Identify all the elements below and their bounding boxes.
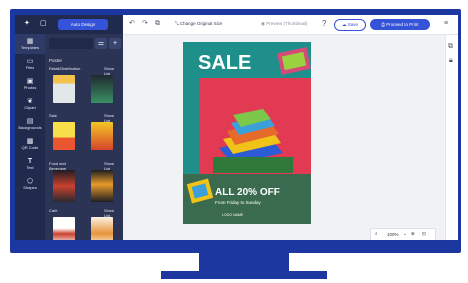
top-left-dark-area: ✦ ▢ Auto Design [15,15,123,34]
image-icon: ▣ [26,78,34,85]
grid-icon: ▦ [26,38,34,45]
proceed-label: Proceed to Print [386,22,419,27]
auto-design-label: Auto Design [70,22,96,27]
clipart-icon: ❦ [27,98,33,105]
undo-icon[interactable]: ↶ [129,19,135,29]
template-thumbnail[interactable] [91,122,113,150]
proceed-to-print-button[interactable]: ⎙ Proceed to Print [370,19,430,30]
rail-item-files[interactable]: ▭ Files [15,54,45,74]
right-rail: ⧉ 🔒︎ [445,35,458,240]
template-thumbnail[interactable] [53,75,75,103]
preview-option[interactable]: ◉ Preview (Thumbnail) [261,21,307,27]
section-name: Sale [49,113,58,118]
menu-icon[interactable]: ≡ [444,19,448,29]
rail-label: Photos [23,85,37,90]
rail-item-clipart[interactable]: ❦ Clipart [15,94,45,114]
template-thumbnail[interactable] [53,217,75,240]
auto-design-button[interactable]: Auto Design [58,19,108,30]
rail-label: Templates [20,45,40,50]
rail-item-qr-code[interactable]: ▩ QR Code [15,134,45,154]
zoom-control[interactable]: ⌕ 100% ⌄ ⊕ ⊡ [370,228,436,240]
zoom-search-icon[interactable]: ⌕ [375,231,378,236]
lock-icon[interactable]: 🔒︎ [449,57,453,65]
rail-label: QR Code [21,145,39,150]
resize-option[interactable]: ⤡ Change Original Size [175,21,222,26]
section-name: Cafe [49,208,58,213]
templates-panel: ⚌ + Poster Retail/Distribution Show List… [45,34,123,240]
zoom-value[interactable]: 100% [387,232,399,237]
chevron-down-icon[interactable]: ⌄ [403,231,407,237]
rail-item-text[interactable]: T Text [15,154,45,174]
design-canvas[interactable]: SALE ALL 20% OFF From Friday to Sunday L… [123,35,445,240]
help-icon[interactable]: ? [322,19,326,29]
template-thumbnail[interactable] [91,170,113,202]
left-rail: ▦ Templates ▭ Files ▣ Photos ❦ Clipart ▤… [15,34,45,240]
folder-icon: ▭ [26,58,34,65]
rail-label: Text [26,165,34,170]
rail-label: Clipart [24,105,36,110]
change-size-label: Change Original Size [179,21,223,26]
copy-icon[interactable]: ⧉ [155,19,160,29]
save-label: Save [347,22,359,27]
poster-brand[interactable]: LOGO NAME [222,213,244,217]
rail-item-shapes[interactable]: ⬠ Shapes [15,174,45,194]
template-thumbnail[interactable] [53,122,75,150]
monitor-stand-neck [199,253,289,271]
rail-item-photos[interactable]: ▣ Photos [15,74,45,94]
app-screen: ✦ ▢ Auto Design ↶ ↷ ⧉ ⤡ Change Original … [15,15,458,240]
layers-icon[interactable]: ⧉ [448,43,453,51]
rail-label: Files [25,65,35,70]
rail-label: Shapes [23,185,37,190]
filter-button[interactable]: ⚌ [95,38,107,49]
shapes-icon: ⬠ [26,178,34,185]
template-search-input[interactable] [49,38,93,49]
rail-item-backgrounds[interactable]: ▤ Backgrounds [15,114,45,134]
poster-artboard[interactable]: SALE ALL 20% OFF From Friday to Sunday L… [123,35,445,240]
panel-title: Poster [49,58,63,63]
monitor-stand-base [161,271,327,279]
save-button[interactable]: ☁ Save [334,19,366,31]
rail-label: Backgrounds [18,125,42,130]
zoom-in-icon[interactable]: ⊕ [411,231,415,237]
poster-headline[interactable]: SALE [198,52,251,74]
text-icon: T [27,158,33,165]
redo-icon[interactable]: ↷ [142,19,148,29]
poster-subtext[interactable]: From Friday to Sunday [215,200,262,205]
template-thumbnail[interactable] [53,170,75,202]
page-icon[interactable]: ▢ [40,19,47,29]
panel-header: ⚌ + [45,34,123,54]
background-icon: ▤ [26,118,34,125]
preview-label: Preview (Thumbnail) [266,21,308,26]
section-name: Retail/Distribution [49,66,81,71]
add-template-button[interactable]: + [109,38,121,49]
rail-item-templates[interactable]: ▦ Templates [15,34,45,54]
fit-screen-icon[interactable]: ⊡ [422,231,426,237]
poster-offer[interactable]: ALL 20% OFF [215,187,280,198]
top-toolbar: ✦ ▢ Auto Design ↶ ↷ ⧉ ⤡ Change Original … [15,15,458,35]
qr-icon: ▩ [26,138,34,145]
template-thumbnail[interactable] [91,75,113,103]
sparkle-icon[interactable]: ✦ [24,19,30,29]
template-thumbnail[interactable] [91,217,113,240]
